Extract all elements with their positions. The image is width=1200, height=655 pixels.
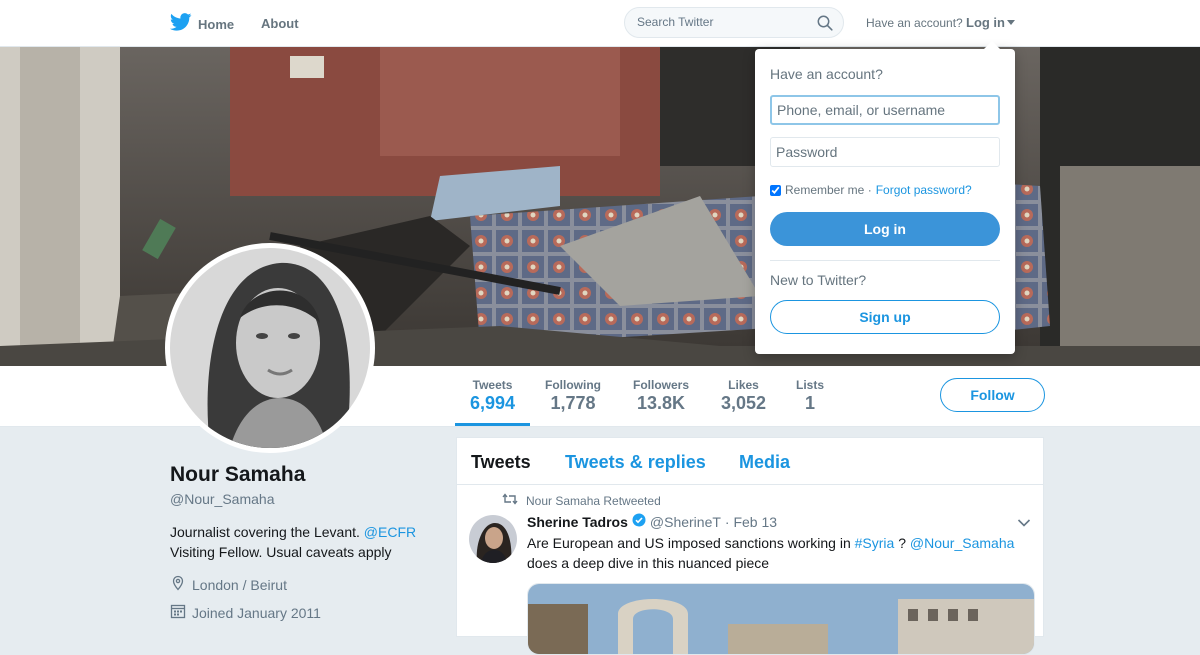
tweet-actions-chevron-icon[interactable] <box>1017 515 1031 533</box>
search-input[interactable] <box>637 15 807 29</box>
remember-me-label: Remember me · <box>785 183 872 197</box>
timeline-tabs: Tweets Tweets & replies Media <box>457 438 1043 485</box>
login-button[interactable]: Log in <box>770 212 1000 246</box>
retweet-context-text: Nour Samaha Retweeted <box>526 493 661 508</box>
stat-label: Likes <box>728 378 759 392</box>
stat-value: 6,994 <box>470 393 516 413</box>
stat-tweets[interactable]: Tweets 6,994 <box>454 378 531 426</box>
tab-tweets-and-replies[interactable]: Tweets & replies <box>565 452 706 473</box>
tweet-item[interactable]: Nour Samaha Retweeted Sherine Tadros @Sh… <box>457 485 1043 655</box>
stat-value: 13.8K <box>636 393 686 413</box>
login-dropdown: Have an account? Remember me · Forgot pa… <box>755 41 1015 354</box>
tweet-author-name[interactable]: Sherine Tadros <box>527 514 628 530</box>
twitter-bird-icon <box>169 13 192 36</box>
tweet-text-part: Are European and US imposed sanctions wo… <box>527 535 851 551</box>
username-input[interactable] <box>770 95 1000 125</box>
retweet-icon <box>502 493 518 508</box>
tab-media[interactable]: Media <box>739 452 790 473</box>
tweet-timestamp[interactable]: · Feb 13 <box>725 514 777 530</box>
profile-name[interactable]: Nour Samaha <box>170 463 305 487</box>
stat-following[interactable]: Following 1,778 <box>545 378 601 414</box>
dropdown-title: Have an account? <box>770 66 883 82</box>
remember-me-row: Remember me · Forgot password? <box>770 183 972 197</box>
stat-lists[interactable]: Lists 1 <box>796 378 824 414</box>
top-navigation: Home About Have an account? Log in <box>0 0 1200 47</box>
stat-label: Lists <box>796 378 825 392</box>
bio-text-2: Visiting Fellow. Usual caveats apply <box>170 544 392 560</box>
nav-home-label: Home <box>198 17 235 32</box>
profile-joined-date: Joined January 2011 <box>170 603 321 622</box>
tweet-media-image[interactable] <box>527 583 1035 655</box>
tweet-author-avatar[interactable] <box>469 515 517 563</box>
tweets-timeline: Tweets Tweets & replies Media Nour Samah… <box>456 437 1044 655</box>
password-input[interactable] <box>770 137 1000 167</box>
search-icon[interactable] <box>817 15 833 36</box>
profile-avatar[interactable] <box>165 243 375 453</box>
location-pin-icon <box>170 575 186 594</box>
stat-label: Tweets <box>472 378 513 392</box>
nav-home-link[interactable]: Home <box>169 13 235 36</box>
stat-value: 1,778 <box>550 393 596 413</box>
calendar-icon <box>170 603 186 622</box>
profile-bio: Journalist covering the Levant. @ECFR Vi… <box>170 522 440 562</box>
joined-text: Joined January 2011 <box>192 604 321 621</box>
profile-handle[interactable]: @Nour_Samaha <box>170 491 275 507</box>
stat-label: Followers <box>633 378 690 392</box>
mention-link[interactable]: @Nour_Samaha <box>910 535 1015 551</box>
search-box <box>624 7 844 38</box>
forgot-password-link[interactable]: Forgot password? <box>876 183 972 197</box>
new-to-twitter-text: New to Twitter? <box>770 272 867 288</box>
follow-button[interactable]: Follow <box>940 378 1045 412</box>
tab-tweets[interactable]: Tweets <box>471 452 531 473</box>
nav-about-link[interactable]: About <box>261 16 299 31</box>
retweet-context: Nour Samaha Retweeted <box>502 493 661 508</box>
dropdown-divider <box>770 260 1000 261</box>
bio-mention-link[interactable]: @ECFR <box>364 524 416 540</box>
bio-text: Journalist covering the Levant. <box>170 524 360 540</box>
signup-button[interactable]: Sign up <box>770 300 1000 334</box>
tweet-text-part: ? <box>898 535 907 551</box>
location-text: London / Beirut <box>192 576 287 593</box>
tweet-text-part: does a deep dive in this nuanced piece <box>527 555 770 571</box>
caret-down-icon <box>1007 20 1015 25</box>
profile-location: London / Beirut <box>170 575 287 594</box>
verified-badge-icon <box>632 513 646 530</box>
stat-value: 1 <box>805 393 816 413</box>
stat-followers[interactable]: Followers 13.8K <box>633 378 689 414</box>
stat-label: Following <box>545 378 601 392</box>
tweet-header: Sherine Tadros @SherineT · Feb 13 <box>527 513 777 530</box>
remember-me-checkbox[interactable] <box>770 184 781 196</box>
have-account-text: Have an account? <box>866 16 963 30</box>
login-toggle-label: Log in <box>966 15 1005 30</box>
tweet-author-handle[interactable]: @SherineT <box>650 514 721 530</box>
hashtag-link[interactable]: #Syria <box>855 535 895 551</box>
stat-value: 3,052 <box>721 393 767 413</box>
stat-likes[interactable]: Likes 3,052 <box>721 378 766 414</box>
login-dropdown-toggle[interactable]: Log in <box>966 15 1015 30</box>
tweet-text: Are European and US imposed sanctions wo… <box>527 533 1027 573</box>
